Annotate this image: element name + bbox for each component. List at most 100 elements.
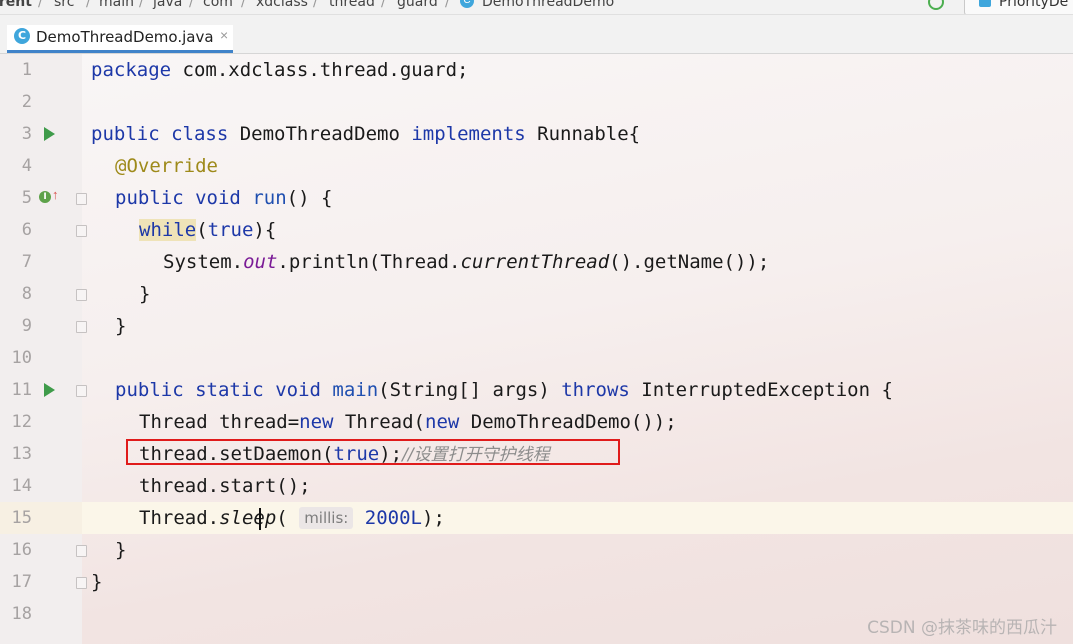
watermark: CSDN @抹茶味的西瓜汁: [867, 618, 1057, 638]
keyword: new: [299, 411, 334, 433]
line-number: 9: [21, 316, 32, 336]
code-text: System.: [163, 251, 244, 273]
fold-icon[interactable]: [76, 225, 87, 237]
code-editor[interactable]: 1 2 3 4 5 I ↑ 6 7 8 9 10 11 12 13 14 15 16…: [0, 54, 1073, 644]
fold-icon[interactable]: [76, 321, 87, 333]
text-caret: [259, 508, 261, 530]
code-text: InterruptedException {: [629, 379, 893, 401]
code-text: () {: [286, 187, 333, 209]
run-config-icon: [979, 0, 991, 7]
number-literal: 2000L: [364, 507, 422, 529]
static-method: sleep: [219, 507, 277, 529]
code-line-7: System.out.println(Thread.currentThread(…: [163, 246, 769, 278]
keyword: public: [115, 187, 184, 209]
code-text: }: [115, 315, 127, 337]
line-number: 14: [11, 476, 32, 496]
search-icon[interactable]: [928, 0, 944, 10]
line-number: 12: [11, 412, 32, 432]
code-line-15: Thread.sleep( millis: 2000L);: [139, 502, 445, 534]
line-number: 15: [11, 508, 32, 528]
code-line-9: }: [115, 310, 126, 342]
keyword: throws: [561, 379, 630, 401]
annotation: @Override: [115, 155, 218, 177]
breadcrumb-item-project[interactable]: rrent: [0, 0, 32, 10]
line-number: 6: [21, 220, 32, 240]
line-number: 5: [21, 188, 32, 208]
code-line-16: }: [115, 534, 126, 566]
code-line-1: package com.xdclass.thread.guard;: [91, 54, 469, 86]
line-number: 17: [11, 572, 32, 592]
keyword: while: [139, 219, 197, 241]
highlight-box: [126, 439, 620, 465]
static-method: currentThread: [460, 251, 610, 273]
code-text: ){: [253, 219, 277, 241]
code-line-17: }: [91, 566, 102, 598]
keyword: void: [275, 379, 321, 401]
keyword: public: [91, 123, 160, 145]
code-text: );: [422, 507, 445, 529]
keyword: class: [171, 123, 229, 145]
breadcrumb-item-java[interactable]: java: [153, 0, 182, 10]
code-text: }: [115, 539, 127, 561]
code-text: Thread thread=: [139, 411, 300, 433]
method-name: run: [252, 187, 287, 209]
code-line-12: Thread thread=new Thread(new DemoThreadD…: [139, 406, 677, 438]
code-line-4: @Override: [115, 150, 218, 182]
breadcrumb-item-src[interactable]: src: [54, 0, 74, 10]
code-text: (String[] args): [378, 379, 562, 401]
breadcrumb-item-com[interactable]: com: [203, 0, 233, 10]
keyword: package: [91, 59, 172, 81]
run-config-selector[interactable]: PriorityDe: [964, 0, 1073, 14]
fold-icon[interactable]: [76, 193, 87, 205]
run-icon[interactable]: [44, 127, 55, 141]
code-line-14: thread.start();: [139, 470, 311, 502]
fold-icon[interactable]: [76, 289, 87, 301]
tab-label: DemoThreadDemo.java: [36, 28, 214, 46]
code-line-6: while(true){: [139, 214, 276, 246]
run-config-label: PriorityDe: [999, 0, 1069, 10]
breadcrumb-item-xdclass[interactable]: xdclass: [256, 0, 308, 10]
class-icon: C: [460, 0, 474, 8]
up-arrow-icon: ↑: [52, 187, 59, 202]
line-number: 18: [11, 604, 32, 624]
line-number: 8: [21, 284, 32, 304]
close-icon[interactable]: ×: [220, 27, 228, 43]
line-number: 13: [11, 444, 32, 464]
breadcrumb-item-main[interactable]: main: [99, 0, 134, 10]
line-number: 1: [21, 60, 32, 80]
active-tab-indicator: [7, 50, 233, 53]
editor-tab-bar: C DemoThreadDemo.java ×: [0, 15, 1073, 54]
code-line-8: }: [139, 278, 150, 310]
keyword: void: [195, 187, 241, 209]
line-number: 3: [21, 124, 32, 144]
code-text: .println(Thread.: [277, 251, 461, 273]
java-class-icon: C: [14, 28, 30, 44]
code-text: (: [196, 219, 208, 241]
code-text: Thread(: [333, 411, 425, 433]
breadcrumb-item-thread[interactable]: thread: [329, 0, 375, 10]
line-number: 4: [21, 156, 32, 176]
fold-icon[interactable]: [76, 577, 87, 589]
code-text: Runnable{: [525, 123, 641, 145]
implements-icon[interactable]: I: [39, 191, 51, 203]
breadcrumb: rrent / src / main / java / com / xdclas…: [0, 0, 1073, 15]
line-number: 10: [11, 348, 32, 368]
fold-icon[interactable]: [76, 545, 87, 557]
code-text: ().getName());: [609, 251, 770, 273]
parameter-hint: millis:: [299, 507, 354, 529]
keyword: public: [115, 379, 184, 401]
breadcrumb-item-class[interactable]: DemoThreadDemo: [482, 0, 614, 10]
code-text: (: [276, 507, 288, 529]
line-number: 2: [21, 92, 32, 112]
line-number: 7: [21, 252, 32, 272]
tab-demothreaddemo[interactable]: C DemoThreadDemo.java ×: [7, 25, 233, 53]
keyword: new: [425, 411, 460, 433]
breadcrumb-item-guard[interactable]: guard: [397, 0, 438, 10]
code-text: Thread.: [139, 507, 220, 529]
keyword: implements: [411, 123, 526, 145]
fold-icon[interactable]: [76, 385, 87, 397]
code-text: }: [91, 571, 103, 593]
run-icon[interactable]: [44, 383, 55, 397]
method-name: main: [332, 379, 379, 401]
code-text: DemoThreadDemo());: [459, 411, 677, 433]
